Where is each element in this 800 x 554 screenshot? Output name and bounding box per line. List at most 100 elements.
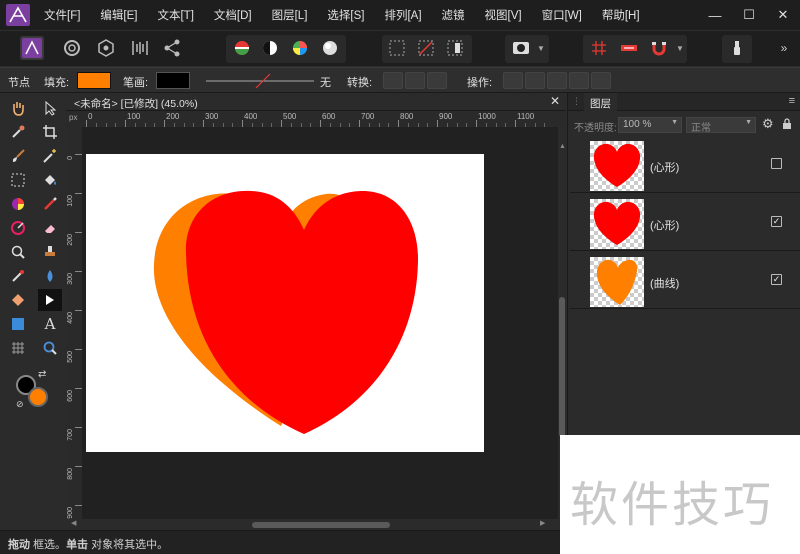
magic-wand-tool[interactable] [38, 145, 62, 167]
fill-swatch[interactable] [28, 387, 48, 407]
snapping-dropdown[interactable]: ▼ [674, 36, 686, 60]
toolbar-overflow-button[interactable]: » [774, 36, 794, 60]
context-toolbar: 节点 填充: 笔画: 无 转换: 操作: [0, 67, 800, 93]
blend-mode-select[interactable]: 正常 ▼ [686, 117, 756, 134]
stroke-width-slider[interactable] [200, 72, 330, 89]
gear-icon[interactable]: ⚙ [762, 116, 774, 132]
scroll-left-icon[interactable]: ◀ [71, 519, 76, 527]
fill-color-swatch[interactable] [77, 72, 111, 89]
ruler-tick [75, 466, 82, 467]
convert-smart-button[interactable] [427, 72, 447, 89]
canvas[interactable] [82, 127, 558, 519]
snapping-button[interactable] [647, 36, 671, 60]
brush-button[interactable] [725, 36, 749, 60]
node-shape-tool[interactable] [6, 289, 30, 311]
paint-mixer-tool[interactable] [38, 193, 62, 215]
menu-file[interactable]: 文件[F] [44, 7, 80, 23]
swap-colors-icon[interactable]: ⇄ [38, 369, 46, 380]
crop-tool[interactable] [38, 121, 62, 143]
stroke-color-swatch[interactable] [156, 72, 190, 89]
zoom-tool[interactable] [38, 337, 62, 359]
menu-arrange[interactable]: 排列[A] [384, 7, 421, 23]
paint-brush-tool[interactable] [6, 145, 30, 167]
horizontal-scrollbar[interactable]: ◀ ▶ [66, 519, 558, 530]
black-white-button[interactable] [258, 36, 282, 60]
opacity-field[interactable]: 100 % ▼ [618, 117, 682, 133]
menu-layer[interactable]: 图层[L] [272, 7, 308, 23]
move-tool[interactable] [38, 97, 62, 119]
menu-help[interactable]: 帮助[H] [602, 7, 640, 23]
menu-edit[interactable]: 编辑[E] [100, 7, 137, 23]
erase-tool[interactable] [38, 217, 62, 239]
no-color-icon[interactable]: ⊘ [16, 399, 24, 410]
tools-panel: A ⇄ ⊘ [0, 93, 66, 530]
scroll-right-icon[interactable]: ▶ [540, 519, 545, 527]
hand-tool[interactable] [6, 97, 30, 119]
node-tool[interactable] [38, 289, 62, 311]
pixel-persona-button[interactable] [60, 36, 84, 60]
layer-row[interactable]: (曲线) ✓ [570, 253, 800, 309]
convert-smooth-button[interactable] [405, 72, 425, 89]
selection-brush-tool[interactable] [6, 217, 30, 239]
quick-mask-button[interactable] [509, 36, 533, 60]
color-balance-button[interactable] [230, 36, 254, 60]
close-document-icon[interactable]: ✕ [550, 94, 560, 108]
layer-row[interactable]: (心形) [570, 137, 800, 193]
menu-select[interactable]: 选择[S] [327, 7, 364, 23]
menu-window[interactable]: 窗口[W] [542, 7, 582, 23]
white-balance-button[interactable] [318, 36, 342, 60]
color-picker-tool[interactable] [6, 121, 30, 143]
gradient-tool[interactable] [6, 193, 30, 215]
scroll-up-icon[interactable]: ▲ [559, 143, 566, 163]
text-tool[interactable]: A [38, 313, 62, 335]
mesh-tool[interactable] [6, 337, 30, 359]
zoom-glass-tool[interactable] [6, 241, 30, 263]
convert-sharp-button[interactable] [383, 72, 403, 89]
red-heart-shape[interactable] [185, 190, 419, 434]
maximize-button[interactable]: ☐ [732, 0, 766, 30]
text-a-icon: A [44, 315, 56, 333]
fill-tool[interactable] [38, 169, 62, 191]
red-eye-tool[interactable] [6, 265, 30, 287]
hue-button[interactable] [288, 36, 312, 60]
horizontal-scroll-thumb[interactable] [252, 522, 390, 528]
menu-document[interactable]: 文档[D] [214, 7, 252, 23]
smooth-curve-button[interactable] [547, 72, 567, 89]
break-curve-button[interactable] [503, 72, 523, 89]
close-button[interactable]: ✕ [766, 0, 800, 30]
layer-row[interactable]: (心形) ✓ [570, 195, 800, 251]
panel-tab-bar: ⋮ 图层 ≡ [568, 93, 800, 111]
export-persona-button[interactable] [94, 36, 118, 60]
clone-tool[interactable] [38, 241, 62, 263]
join-curves-button[interactable] [569, 72, 589, 89]
tab-layers[interactable]: 图层 [584, 93, 617, 111]
vertical-scroll-thumb[interactable] [559, 297, 565, 437]
quick-mask-dropdown[interactable]: ▼ [535, 36, 547, 60]
menu-filters[interactable]: 滤镜 [442, 7, 465, 23]
ruler-tick [75, 154, 82, 155]
share-button[interactable] [160, 36, 184, 60]
marquee-tool[interactable] [6, 169, 30, 191]
designer-persona-button[interactable] [20, 36, 44, 60]
align-button[interactable] [128, 36, 152, 60]
rectangle-tool[interactable] [6, 313, 30, 335]
pixel-align-button[interactable] [617, 36, 641, 60]
layer-visibility-checkbox[interactable]: ✓ [771, 216, 782, 227]
grid-button[interactable] [587, 36, 611, 60]
layer-visibility-checkbox[interactable]: ✓ [771, 274, 782, 285]
invert-selection-button[interactable] [443, 36, 467, 60]
close-curve-button[interactable] [525, 72, 545, 89]
menu-view[interactable]: 视图[V] [485, 7, 522, 23]
artboard[interactable] [86, 154, 484, 452]
blur-tool[interactable] [38, 265, 62, 287]
chevron-down-icon: ▼ [671, 119, 678, 126]
lock-icon[interactable] [782, 118, 792, 130]
document-tab[interactable]: <未命名> [已修改] (45.0%) ✕ [66, 93, 566, 111]
marquee-button[interactable] [385, 36, 409, 60]
deselect-button[interactable] [414, 36, 438, 60]
layer-visibility-checkbox[interactable] [771, 158, 782, 169]
minimize-button[interactable]: — [698, 0, 732, 30]
menu-text[interactable]: 文本[T] [157, 7, 193, 23]
panel-menu-icon[interactable]: ≡ [789, 95, 795, 107]
reverse-curve-button[interactable] [591, 72, 611, 89]
